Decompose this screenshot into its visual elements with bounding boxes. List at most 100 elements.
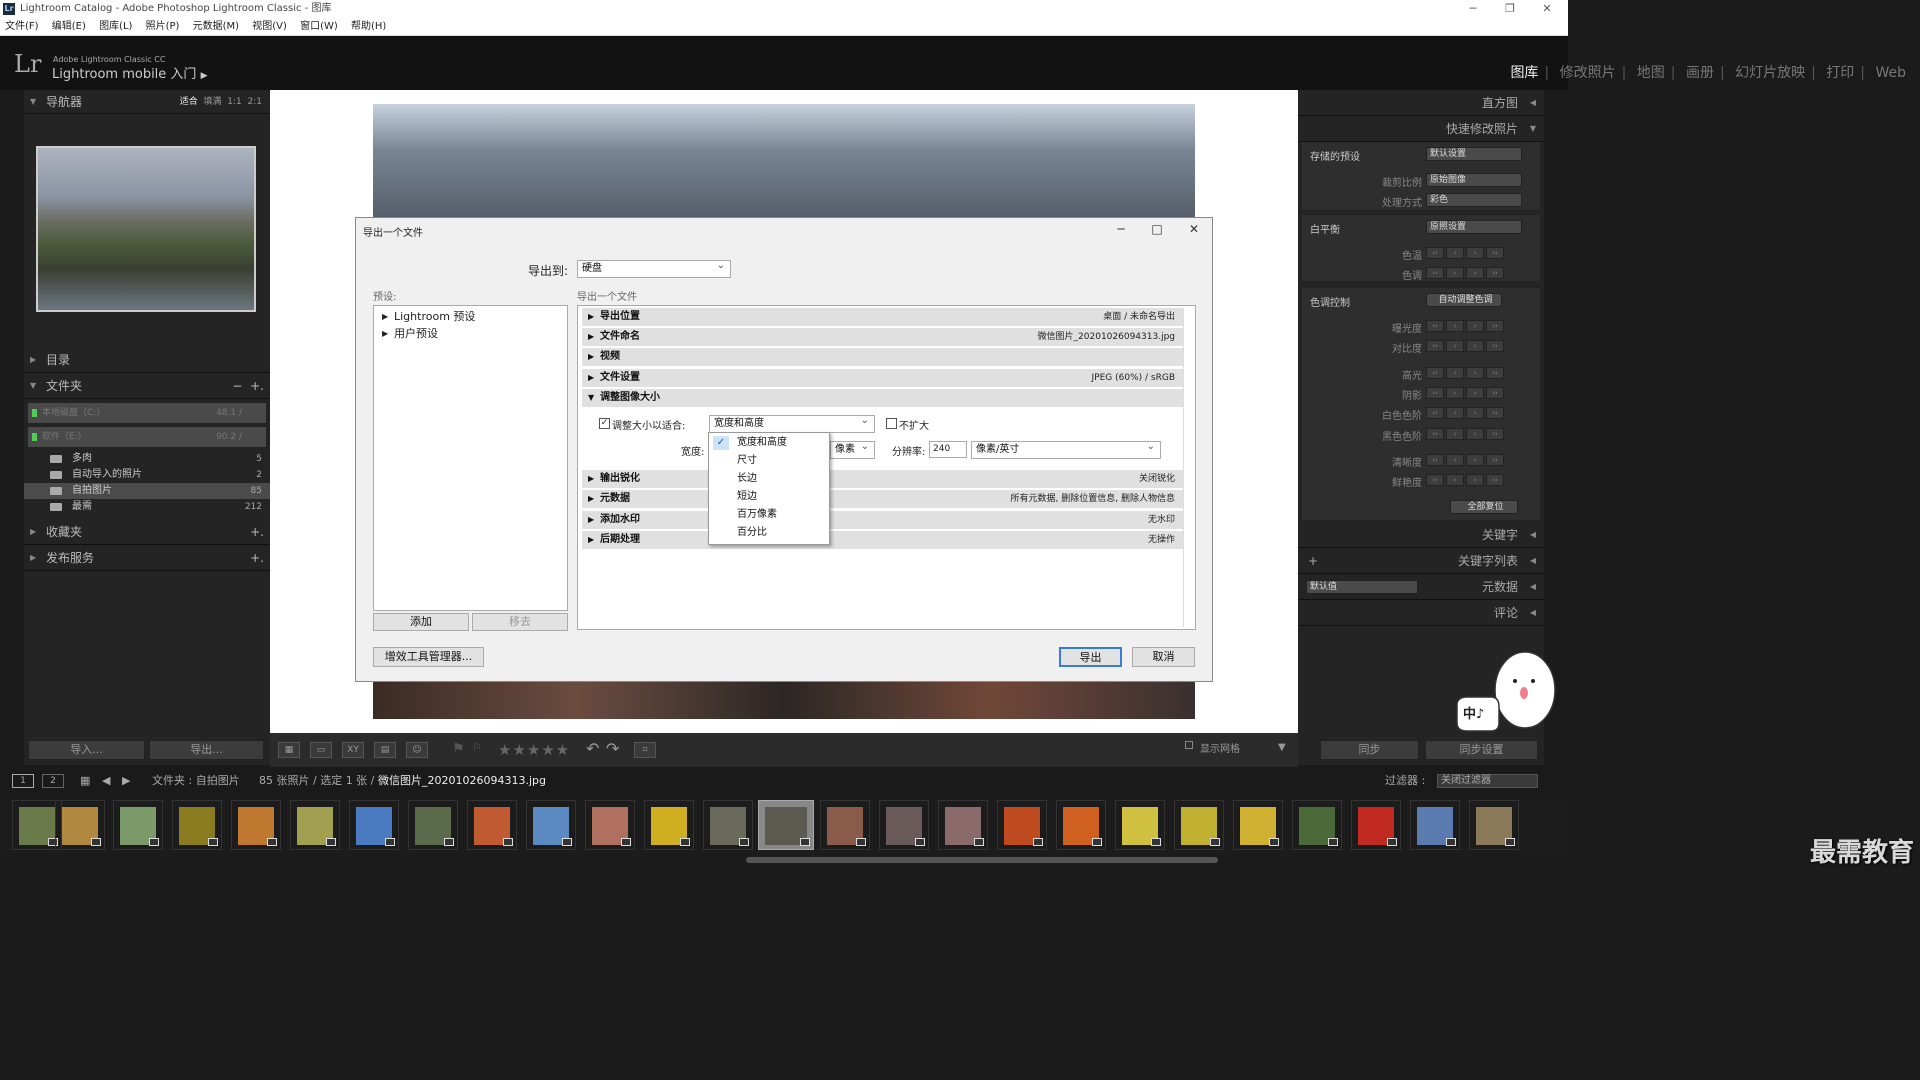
back-arrow-icon[interactable]: ◀ <box>102 768 110 794</box>
add-publish-button[interactable]: +. <box>250 545 264 571</box>
import-button[interactable]: 导入... <box>28 740 145 760</box>
resolution-input[interactable]: 240 <box>929 441 967 458</box>
module-book[interactable]: 画册 <box>1686 65 1714 81</box>
export-to-select[interactable]: 硬盘 <box>577 258 731 278</box>
thumbnail[interactable] <box>349 800 399 850</box>
folder-item[interactable]: 多肉 5 <box>24 451 270 467</box>
minimize-button[interactable]: ─ <box>1458 0 1488 18</box>
highlights-stepper[interactable]: ‹‹ ‹ › ›› <box>1426 367 1504 379</box>
menu-help[interactable]: 帮助(H) <box>351 21 386 32</box>
menu-window[interactable]: 窗口(W) <box>300 21 338 32</box>
thumbnail[interactable] <box>231 800 281 850</box>
folder-item[interactable]: 自动导入的照片 2 <box>24 467 270 483</box>
thumbnail[interactable] <box>585 800 635 850</box>
zoom-1to1[interactable]: 1:1 <box>227 97 241 107</box>
add-preset-button[interactable]: 添加 <box>373 613 469 631</box>
contrast-stepper[interactable]: ‹‹ ‹ › ›› <box>1426 340 1504 352</box>
plugin-manager-button[interactable]: 增效工具管理器... <box>373 647 484 667</box>
menu-photo[interactable]: 照片(P) <box>146 21 180 32</box>
star-rating[interactable]: ★★★★★ <box>498 741 570 759</box>
folders-header[interactable]: 文件夹 − +. <box>24 373 270 399</box>
folder-item[interactable]: 最需 212 <box>24 499 270 515</box>
window-2-button[interactable]: 2 <box>42 774 64 788</box>
keyword-list-header[interactable]: + 关键字列表 <box>1298 548 1544 574</box>
filmstrip-scrollbar[interactable] <box>746 857 1218 863</box>
option-width-height[interactable]: ✓ 宽度和高度 <box>709 434 829 452</box>
module-slideshow[interactable]: 幻灯片放映 <box>1735 65 1805 81</box>
resize-fit-select[interactable]: 宽度和高度 <box>709 413 875 433</box>
thumbnail[interactable] <box>290 800 340 850</box>
compare-view-icon[interactable]: XY <box>342 742 364 758</box>
volume-c[interactable]: 本地磁盘（C:） 48.1 / <box>28 403 266 423</box>
thumbnail[interactable] <box>997 800 1047 850</box>
remove-folder-button[interactable]: − <box>232 379 242 393</box>
show-grid-checkbox[interactable] <box>1185 741 1193 749</box>
reset-all-button[interactable]: 全部复位 <box>1450 500 1518 514</box>
thumbnail[interactable] <box>526 800 576 850</box>
unit-select[interactable]: 像素 <box>830 439 875 459</box>
module-develop[interactable]: 修改照片 <box>1560 65 1616 81</box>
thumbnail[interactable] <box>1469 800 1519 850</box>
blacks-stepper[interactable]: ‹‹ ‹ › ›› <box>1426 428 1504 440</box>
treatment-select[interactable]: 彩色 <box>1426 193 1522 207</box>
grid-icon[interactable]: ▦ <box>80 768 90 794</box>
navigator-header[interactable]: 导航器 适合 填满 1:1 2:1 <box>24 90 270 114</box>
remove-preset-button[interactable]: 移去 <box>472 613 568 631</box>
thumbnail[interactable] <box>703 800 753 850</box>
quick-develop-header[interactable]: 快速修改照片 <box>1298 116 1544 142</box>
survey-view-icon[interactable]: ▤ <box>374 742 396 758</box>
mobile-link[interactable]: Lightroom mobile 入门 ▶ <box>52 63 208 82</box>
module-print[interactable]: 打印 <box>1826 65 1854 81</box>
menu-metadata[interactable]: 元数据(M) <box>193 21 239 32</box>
sync-button[interactable]: 同步 <box>1320 740 1419 760</box>
thumbnail[interactable] <box>1233 800 1283 850</box>
keywording-header[interactable]: 关键字 <box>1298 522 1544 548</box>
volume-e[interactable]: 软件（E:） 90.2 / <box>28 427 266 447</box>
module-library[interactable]: 图库 <box>1510 65 1538 81</box>
option-megapixels[interactable]: 百万像素 <box>709 506 829 524</box>
catalog-header[interactable]: 目录 <box>24 347 270 373</box>
close-window-button[interactable]: ✕ <box>1532 0 1562 18</box>
zoom-fit[interactable]: 适合 <box>180 97 198 107</box>
whites-stepper[interactable]: ‹‹ ‹ › ›› <box>1426 407 1504 419</box>
option-short-edge[interactable]: 短边 <box>709 488 829 506</box>
navigator-preview[interactable] <box>36 146 256 312</box>
settings-scrollbar[interactable] <box>1183 308 1193 627</box>
preset-user[interactable]: 用户预设 <box>374 325 567 342</box>
exposure-stepper[interactable]: ‹‹ ‹ › ›› <box>1426 320 1504 332</box>
option-percentage[interactable]: 百分比 <box>709 524 829 542</box>
thumbnail[interactable] <box>408 800 458 850</box>
option-dimensions[interactable]: 尺寸 <box>709 452 829 470</box>
publish-header[interactable]: 发布服务 +. <box>24 545 270 571</box>
crop-overlay-icon[interactable]: ⌗ <box>634 742 656 758</box>
thumbnail[interactable] <box>820 800 870 850</box>
dialog-minimize-button[interactable]: ─ <box>1111 222 1131 236</box>
export-button[interactable]: 导出... <box>149 740 264 760</box>
section-file-settings[interactable]: 文件设置 JPEG (60%) / sRGB <box>582 369 1183 387</box>
wb-select[interactable]: 原照设置 <box>1426 220 1522 234</box>
auto-tone-button[interactable]: 自动调整色调 <box>1426 293 1502 307</box>
vibrance-stepper[interactable]: ‹‹ ‹ › ›› <box>1426 474 1504 486</box>
thumbnail[interactable] <box>1056 800 1106 850</box>
people-view-icon[interactable]: ☺ <box>406 742 428 758</box>
dialog-close-button[interactable]: ✕ <box>1184 222 1204 236</box>
thumbnail[interactable] <box>1410 800 1460 850</box>
thumbnail[interactable] <box>879 800 929 850</box>
crop-select[interactable]: 原始图像 <box>1426 173 1522 187</box>
add-folder-button[interactable]: +. <box>250 379 264 393</box>
comments-header[interactable]: 评论 <box>1298 600 1544 626</box>
option-long-edge[interactable]: 长边 <box>709 470 829 488</box>
current-filename[interactable]: 微信图片_20201026094313.jpg <box>378 768 546 794</box>
section-image-sizing[interactable]: 调整图像大小 <box>582 389 1183 407</box>
resize-checkbox[interactable]: ✓ <box>599 418 610 429</box>
thumbnail[interactable] <box>644 800 694 850</box>
no-enlarge-checkbox[interactable] <box>886 418 897 429</box>
clarity-stepper[interactable]: ‹‹ ‹ › ›› <box>1426 454 1504 466</box>
reject-flag-icon[interactable]: ⚐ <box>472 741 482 754</box>
thumbnail[interactable] <box>938 800 988 850</box>
thumbnail[interactable] <box>1351 800 1401 850</box>
grid-view-icon[interactable]: ▦ <box>278 742 300 758</box>
resolution-unit-select[interactable]: 像素/英寸 <box>971 439 1161 459</box>
section-file-naming[interactable]: 文件命名 微信图片_20201026094313.jpg <box>582 328 1183 346</box>
dialog-maximize-button[interactable]: □ <box>1147 222 1167 236</box>
